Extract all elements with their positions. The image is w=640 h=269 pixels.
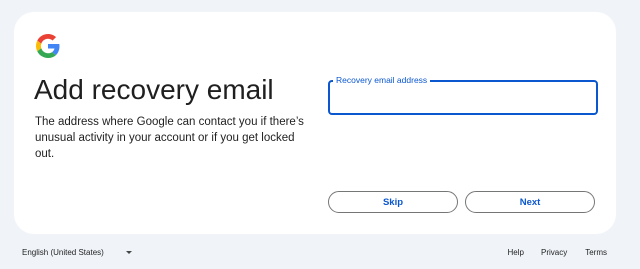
signin-card: Add recovery email The address where Goo…: [14, 12, 616, 234]
language-selector[interactable]: English (United States): [22, 248, 132, 257]
privacy-link[interactable]: Privacy: [541, 248, 567, 257]
caret-down-icon: [125, 251, 132, 254]
next-button[interactable]: Next: [465, 191, 595, 213]
language-label: English (United States): [22, 248, 104, 257]
page-title: Add recovery email: [34, 74, 274, 105]
recovery-email-input[interactable]: [330, 82, 596, 113]
skip-button[interactable]: Skip: [328, 191, 458, 213]
recovery-email-label: Recovery email address: [333, 74, 431, 86]
terms-link[interactable]: Terms: [585, 248, 607, 257]
help-link[interactable]: Help: [508, 248, 524, 257]
page-description: The address where Google can contact you…: [35, 116, 304, 160]
footer-links: Help Privacy Terms: [508, 248, 607, 257]
google-g-icon: [36, 34, 60, 58]
footer: English (United States) Help Privacy Ter…: [0, 246, 640, 262]
